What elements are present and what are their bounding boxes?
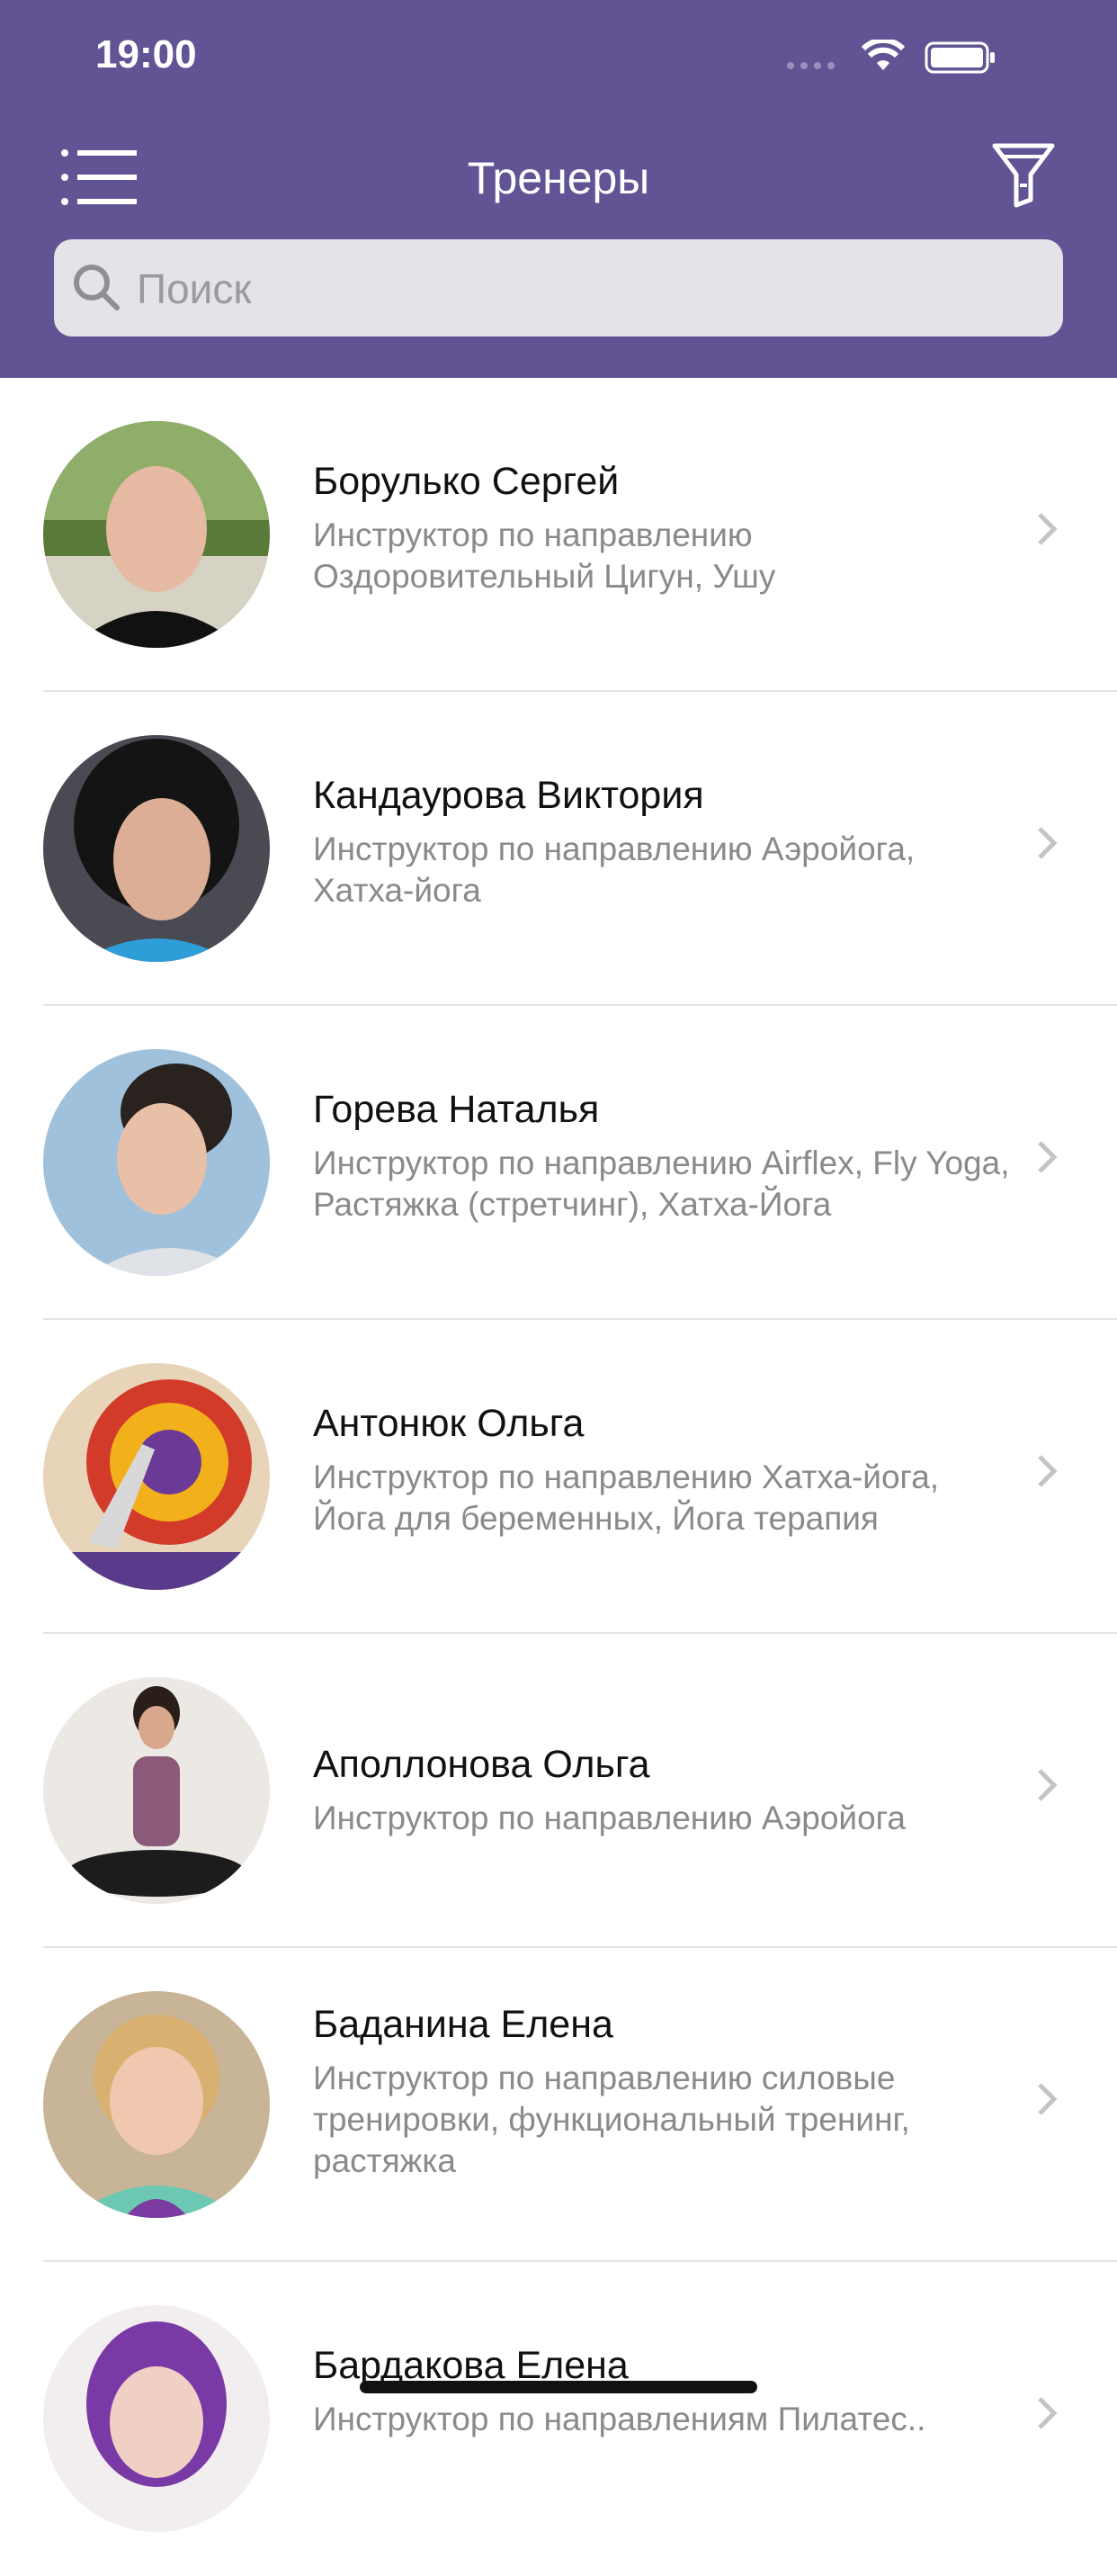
filter-icon — [992, 143, 1055, 208]
trainer-list: Борулько Сергей Инструктор по направлени… — [0, 378, 1117, 2576]
trainer-row[interactable]: Борулько Сергей Инструктор по направлени… — [0, 378, 1117, 692]
trainer-row[interactable]: Антонюк Ольга Инструктор по направлению … — [0, 1320, 1117, 1634]
home-indicator[interactable] — [360, 2381, 757, 2393]
trainer-row[interactable]: Аполлонова Ольга Инструктор по направлен… — [0, 1634, 1117, 1948]
trainer-description: Инструктор по направлению Airflex, Fly Y… — [313, 1144, 1010, 1223]
signal-icon — [787, 62, 835, 69]
search-bar[interactable] — [54, 239, 1063, 338]
avatar — [43, 1677, 270, 1904]
chevron-right-icon — [1038, 827, 1058, 859]
avatar — [43, 735, 270, 962]
chevron-right-icon — [1038, 2083, 1058, 2115]
battery-icon — [925, 41, 995, 74]
status-time: 19:00 — [95, 32, 197, 76]
search-input[interactable] — [135, 239, 1038, 338]
trainer-description: Инструктор по направлению Оздоровительны… — [313, 516, 776, 595]
filter-button[interactable] — [989, 140, 1058, 209]
chevron-right-icon — [1038, 1769, 1058, 1801]
trainer-name: Аполлонова Ольга — [313, 1743, 650, 1786]
trainer-row[interactable]: Баданина Елена Инструктор по направлению… — [0, 1948, 1117, 2262]
trainer-row[interactable]: Горева Наталья Инструктор по направлению… — [0, 1006, 1117, 1320]
chevron-right-icon — [1038, 2397, 1058, 2429]
trainer-name: Антонюк Ольга — [313, 1402, 585, 1445]
trainer-description: Инструктор по направлениям Пилатес.. — [313, 2401, 926, 2437]
trainer-description: Инструктор по направлению силовые тренир… — [313, 2060, 910, 2179]
trainer-name: Борулько Сергей — [313, 460, 620, 503]
trainer-description: Инструктор по направлению Хатха-йога, Йо… — [313, 1459, 940, 1537]
trainer-name: Баданина Елена — [313, 2003, 613, 2046]
chevron-right-icon — [1038, 1141, 1058, 1173]
avatar — [43, 421, 270, 648]
avatar — [43, 1363, 270, 1590]
chevron-right-icon — [1038, 1455, 1058, 1487]
chevron-right-icon — [1038, 513, 1058, 545]
avatar — [43, 1049, 270, 1276]
trainer-description: Инструктор по направлению Аэройога, Хатх… — [313, 830, 916, 909]
search-icon — [74, 265, 120, 310]
nav-header: 19:00 Тренеры — [0, 0, 1117, 378]
trainer-name: Горева Наталья — [313, 1088, 600, 1131]
trainer-name: Кандаурова Виктория — [313, 774, 704, 817]
page-title: Тренеры — [467, 153, 650, 203]
trainer-description: Инструктор по направлению Аэройога — [313, 1800, 906, 1836]
trainer-row[interactable]: Кандаурова Виктория Инструктор по направ… — [0, 692, 1117, 1006]
wifi-icon — [862, 40, 905, 70]
avatar — [43, 1991, 270, 2218]
avatar — [43, 2305, 270, 2532]
trainer-row[interactable]: Бардакова Елена Инструктор по направлени… — [0, 2262, 1117, 2576]
